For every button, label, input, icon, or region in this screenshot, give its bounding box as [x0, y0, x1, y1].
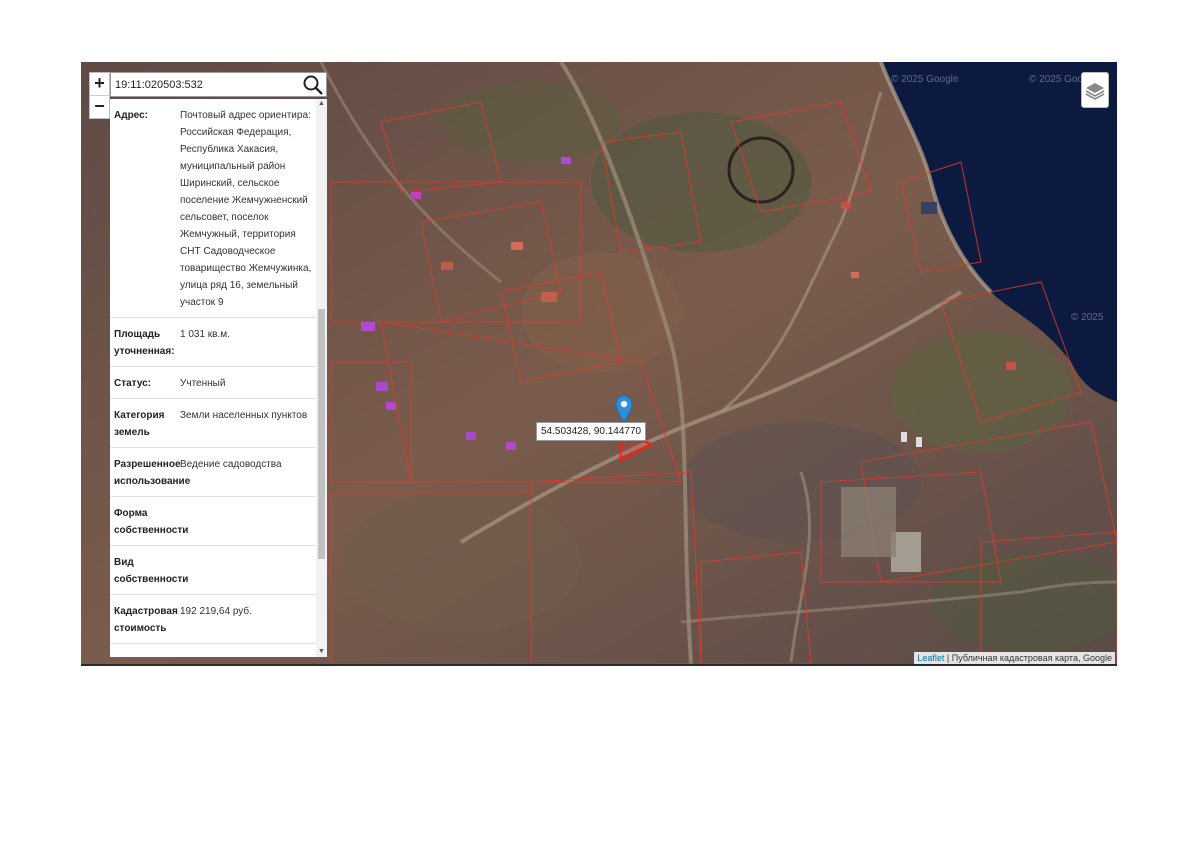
zoom-control: + −: [89, 72, 110, 119]
info-value: 192 219,64 руб.: [180, 606, 252, 617]
info-key: Разрешенное использование: [114, 459, 191, 487]
info-key: Адрес:: [114, 110, 148, 121]
info-row-cadastral-value: Кадастровая стоимость 192 219,64 руб.: [110, 595, 316, 644]
info-row-permitted-use: Разрешенное использование Ведение садово…: [110, 448, 316, 497]
search-input[interactable]: [111, 73, 307, 96]
info-value: Ведение садоводства: [180, 459, 282, 470]
info-key: Вид собственности: [114, 557, 189, 585]
google-watermark: © 2025: [1071, 312, 1104, 323]
google-watermark: © 2025 Google: [891, 74, 959, 85]
leaflet-link[interactable]: Leaflet: [917, 653, 944, 663]
info-key: Категория земель: [114, 410, 165, 438]
info-value: [180, 554, 312, 588]
layers-button[interactable]: [1081, 72, 1109, 108]
cadastral-search-box: [110, 72, 327, 97]
info-key: Кадастровая стоимость: [114, 606, 178, 634]
info-value: Почтовый адрес ориентира: Российская Фед…: [180, 110, 312, 308]
map-attribution: Leaflet | Публичная кадастровая карта, G…: [914, 652, 1115, 664]
scroll-down-arrow-icon[interactable]: ▼: [316, 647, 327, 657]
info-rows: Адрес: Почтовый адрес ориентира: Российс…: [110, 99, 316, 644]
scroll-up-arrow-icon[interactable]: ▲: [316, 99, 327, 109]
coordinates-popup: 54.503428, 90.144770: [536, 422, 647, 441]
info-value: 1 031 кв.м.: [180, 329, 230, 340]
info-value: Земли населенных пунктов: [180, 410, 308, 421]
attribution-text: | Публичная кадастровая карта, Google: [944, 653, 1112, 663]
parcel-info-panel: Адрес: Почтовый адрес ориентира: Российс…: [110, 99, 327, 657]
panel-scrollbar[interactable]: ▲ ▼: [316, 99, 327, 657]
info-row-address: Адрес: Почтовый адрес ориентира: Российс…: [110, 99, 316, 318]
zoom-in-button[interactable]: +: [90, 73, 109, 95]
search-icon[interactable]: [302, 74, 324, 96]
map-view[interactable]: © 2025 Google © 2025 Google © 2025 + − А…: [81, 62, 1117, 666]
info-value: [180, 505, 312, 539]
info-row-ownership-type: Вид собственности: [110, 546, 316, 595]
info-row-area: Площадь уточненная: 1 031 кв.м.: [110, 318, 316, 367]
info-value: Учтенный: [180, 378, 226, 389]
info-row-land-category: Категория земель Земли населенных пункто…: [110, 399, 316, 448]
zoom-out-button[interactable]: −: [90, 95, 109, 118]
info-key: Площадь уточненная:: [114, 329, 175, 357]
info-row-ownership-form: Форма собственности: [110, 497, 316, 546]
scrollbar-thumb[interactable]: [318, 309, 325, 559]
info-key: Статус:: [114, 378, 152, 389]
info-key: Форма собственности: [114, 508, 189, 536]
layers-icon: [1085, 83, 1105, 100]
info-row-status: Статус: Учтенный: [110, 367, 316, 399]
